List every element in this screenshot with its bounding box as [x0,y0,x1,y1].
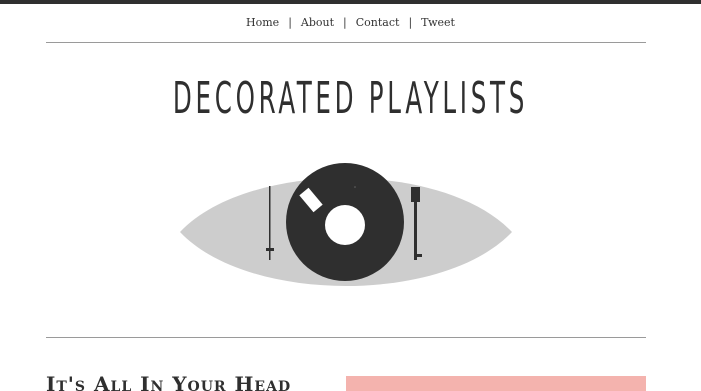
tonearm-head [411,187,420,202]
turntable-eye-icon[interactable] [178,150,514,296]
header-divider [46,42,646,43]
nav-home-link[interactable]: Home [246,16,279,29]
top-border-bar [0,0,701,4]
pitch-slider-knob [266,248,274,251]
record-label [325,205,365,245]
nav-separator: | [288,16,292,29]
site-title[interactable]: DECORATED PLAYLISTS [133,74,568,124]
nav-separator: | [343,16,347,29]
main-nav: Home | About | Contact | Tweet [0,16,701,29]
featured-image-block[interactable] [346,376,646,391]
nav-separator: | [408,16,413,29]
nav-tweet-link[interactable]: Tweet [421,16,455,29]
tonearm-foot [417,254,422,257]
post-title[interactable]: It's All In Your Head [46,372,291,391]
nav-contact-link[interactable]: Contact [356,16,400,29]
record-spindle-dot [354,186,356,188]
content-divider [46,337,646,338]
nav-about-link[interactable]: About [301,16,334,29]
tonearm-shaft [414,202,417,260]
